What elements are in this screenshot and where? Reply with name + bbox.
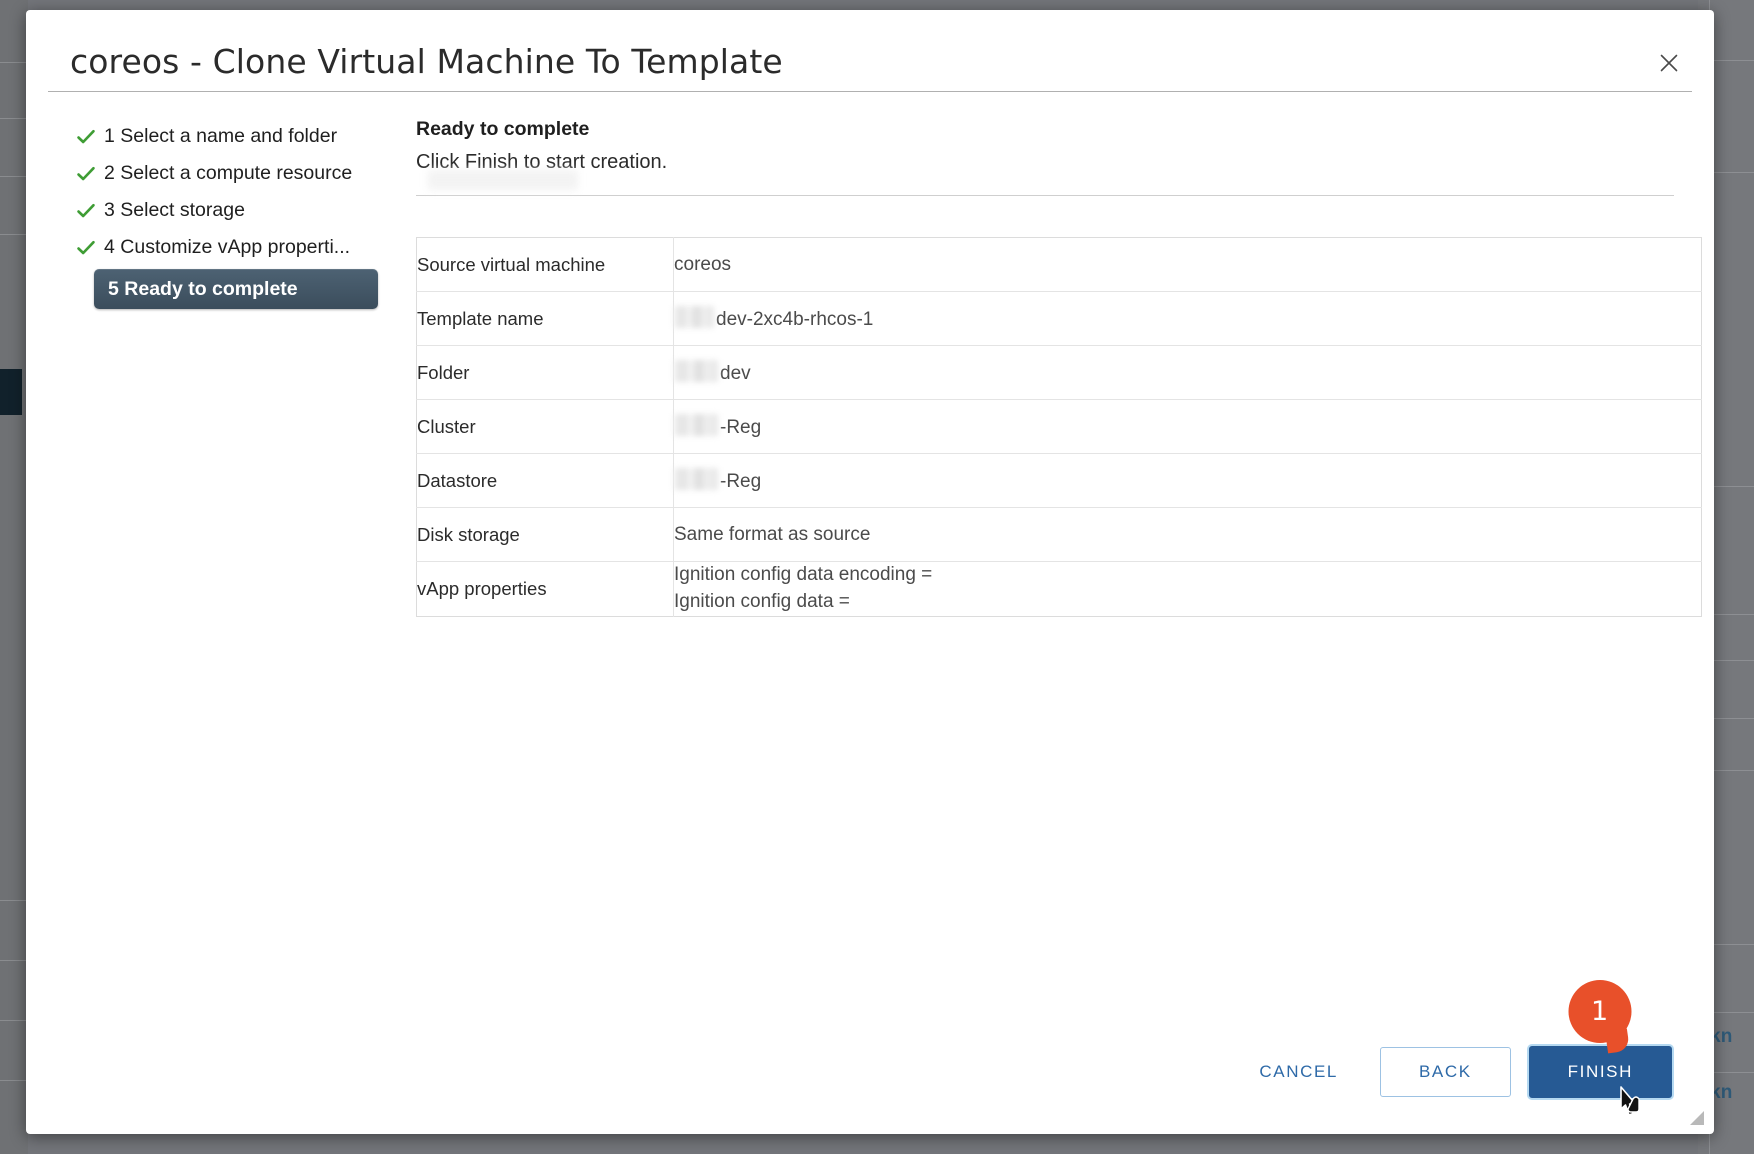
row-value: dev <box>674 346 1702 400</box>
sidebar-item-label: 1 Select a name and folder <box>104 125 337 148</box>
main-panel: Ready to complete Click Finish to start … <box>416 118 1674 196</box>
summary-table: Source virtual machine coreos Template n… <box>416 237 1702 617</box>
redaction-block <box>674 468 718 490</box>
cancel-button[interactable]: CANCEL <box>1239 1050 1358 1094</box>
row-value: -Reg <box>674 454 1702 508</box>
sidebar-item-step-1[interactable]: 1 Select a name and folder <box>70 118 385 155</box>
back-button[interactable]: BACK <box>1380 1047 1511 1097</box>
row-value-text: coreos <box>674 254 731 275</box>
finish-button[interactable]: FINISH 1 <box>1529 1046 1672 1098</box>
table-row: Folder dev <box>417 346 1702 400</box>
dialog-title-bar: coreos - Clone Virtual Machine To Templa… <box>48 10 1692 92</box>
sidebar-item-label: 3 Select storage <box>104 199 245 222</box>
step-badge: 1 <box>1569 980 1632 1043</box>
wizard-step-list: 1 Select a name and folder 2 Select a co… <box>70 118 385 309</box>
row-key: Folder <box>417 346 674 400</box>
background-left-strip <box>0 0 28 1154</box>
redaction-block <box>674 360 718 382</box>
vapp-property-line: Ignition config data = <box>674 589 1701 616</box>
check-icon <box>76 164 96 184</box>
dialog-footer: CANCEL BACK FINISH 1 <box>1239 1046 1672 1098</box>
row-value: dev-2xc4b-rhcos-1 <box>674 292 1702 346</box>
table-row: Disk storage Same format as source <box>417 508 1702 562</box>
check-icon <box>76 201 96 221</box>
table-row: Cluster -Reg <box>417 400 1702 454</box>
sidebar-item-step-3[interactable]: 3 Select storage <box>70 192 385 229</box>
redaction-block <box>674 414 718 436</box>
resize-grip[interactable] <box>1687 1108 1705 1126</box>
vapp-property-line: Ignition config data encoding = <box>674 562 1701 589</box>
redaction-block <box>674 306 714 328</box>
sidebar-item-label: 5 Ready to complete <box>108 278 298 301</box>
row-key: Source virtual machine <box>417 238 674 292</box>
row-value-text: dev <box>720 363 751 384</box>
row-key: Disk storage <box>417 508 674 562</box>
row-value-text: -Reg <box>720 417 761 438</box>
section-heading: Ready to complete <box>416 118 1674 141</box>
sidebar-item-step-5[interactable]: 5 Ready to complete <box>94 269 378 309</box>
row-value-text: -Reg <box>720 471 761 492</box>
sidebar-item-step-4[interactable]: 4 Customize vApp properti... <box>70 229 385 266</box>
row-value-text: dev-2xc4b-rhcos-1 <box>716 309 873 330</box>
close-icon[interactable] <box>1654 48 1684 78</box>
background-dark-tab <box>0 369 22 415</box>
divider <box>416 195 1674 196</box>
row-key: vApp properties <box>417 562 674 617</box>
background-row-label: kn <box>1710 1026 1754 1048</box>
row-value-text: Same format as source <box>674 524 870 545</box>
section-subtitle: Click Finish to start creation. <box>416 151 1674 174</box>
row-value: coreos <box>674 238 1702 292</box>
row-value: -Reg <box>674 400 1702 454</box>
table-row: Datastore -Reg <box>417 454 1702 508</box>
row-value: Same format as source <box>674 508 1702 562</box>
row-value: Ignition config data encoding = Ignition… <box>674 562 1702 617</box>
row-key: Cluster <box>417 400 674 454</box>
row-key: Template name <box>417 292 674 346</box>
clone-vm-to-template-dialog: coreos - Clone Virtual Machine To Templa… <box>26 10 1714 1134</box>
redaction-smudge <box>428 170 578 190</box>
table-row: vApp properties Ignition config data enc… <box>417 562 1702 617</box>
sidebar-item-step-2[interactable]: 2 Select a compute resource <box>70 155 385 192</box>
table-row: Template name dev-2xc4b-rhcos-1 <box>417 292 1702 346</box>
check-icon <box>76 238 96 258</box>
check-icon <box>76 127 96 147</box>
sidebar-item-label: 2 Select a compute resource <box>104 162 352 185</box>
table-row: Source virtual machine coreos <box>417 238 1702 292</box>
background-row-label: kn <box>1710 1082 1754 1104</box>
row-key: Datastore <box>417 454 674 508</box>
page-title: coreos - Clone Virtual Machine To Templa… <box>70 42 783 81</box>
finish-button-label: FINISH <box>1568 1062 1633 1081</box>
mouse-cursor-icon <box>1617 1085 1647 1125</box>
sidebar-item-label: 4 Customize vApp properti... <box>104 236 350 259</box>
